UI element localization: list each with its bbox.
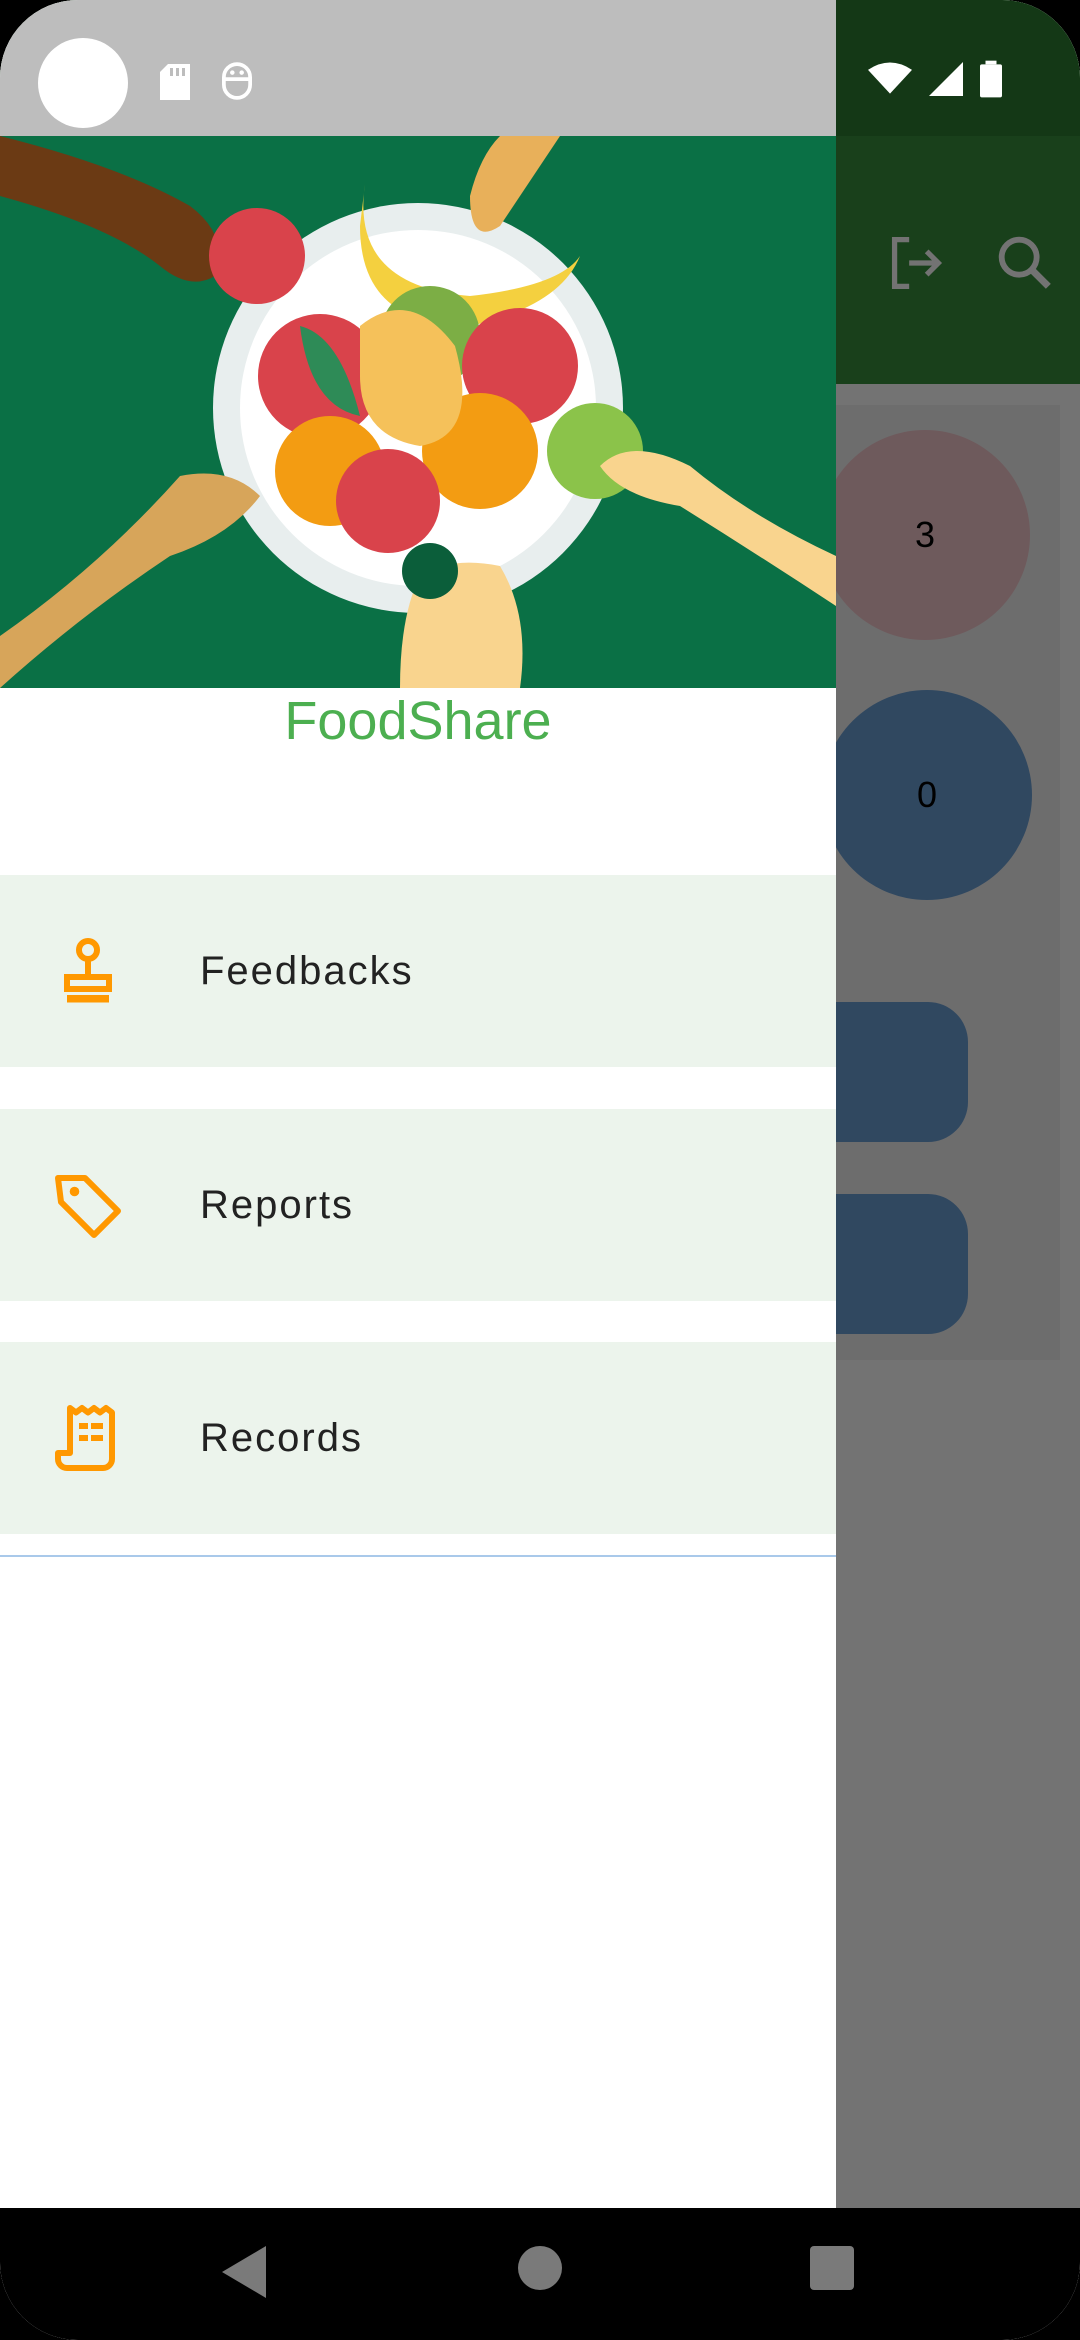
menu-item-reports[interactable]: Reports bbox=[0, 1109, 836, 1301]
back-button[interactable] bbox=[222, 2246, 266, 2298]
menu-item-label: Feedbacks bbox=[200, 948, 414, 993]
fruit-plate-illustration bbox=[0, 136, 836, 688]
drawer-status-area bbox=[0, 0, 836, 136]
menu-item-label: Reports bbox=[200, 1182, 355, 1227]
app-title: FoodShare bbox=[284, 691, 552, 751]
drawer-header-illustration bbox=[0, 136, 836, 688]
menu-item-records[interactable]: Records bbox=[0, 1342, 836, 1534]
menu-item-label: Records bbox=[200, 1415, 363, 1460]
stamp-icon bbox=[64, 938, 112, 1003]
wifi-icon bbox=[868, 62, 912, 94]
menu-item-feedbacks[interactable]: Feedbacks bbox=[0, 875, 836, 1067]
drawer-divider bbox=[0, 1555, 836, 1557]
status-icons bbox=[868, 60, 1002, 98]
developer-icon bbox=[222, 62, 252, 100]
screen: 3 0 bbox=[0, 0, 1080, 2340]
sd-card-icon bbox=[160, 64, 190, 100]
home-button[interactable] bbox=[518, 2246, 562, 2290]
signal-icon bbox=[929, 62, 963, 96]
tag-icon bbox=[55, 1175, 121, 1238]
recents-button[interactable] bbox=[810, 2246, 854, 2290]
battery-icon bbox=[980, 60, 1002, 98]
notification-avatar bbox=[38, 38, 128, 128]
receipt-icon bbox=[55, 1405, 115, 1471]
system-navigation-bar bbox=[0, 2208, 1080, 2340]
navigation-drawer: FoodShare Feedbacks Reports Records bbox=[0, 0, 836, 2208]
